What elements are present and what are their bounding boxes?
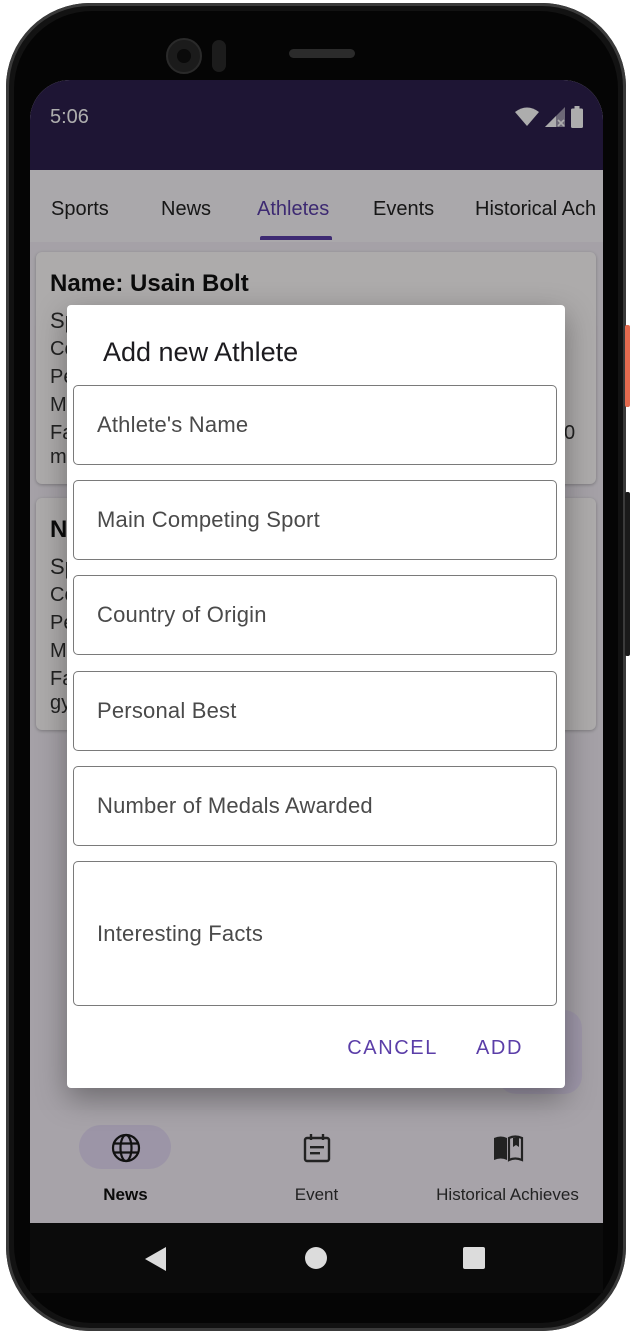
field-label: Athlete's Name	[97, 412, 249, 437]
add-athlete-dialog: Add new Athlete Athlete's Name Main Comp…	[67, 305, 565, 1088]
home-icon[interactable]	[305, 1247, 327, 1269]
earpiece-speaker	[289, 49, 355, 58]
power-button	[625, 325, 630, 407]
field-label: Country of Origin	[97, 602, 267, 627]
field-label: Interesting Facts	[97, 920, 264, 946]
recents-icon[interactable]	[463, 1247, 485, 1269]
field-label: Personal Best	[97, 698, 237, 723]
field-label: Number of Medals Awarded	[97, 793, 373, 818]
system-navigation-bar	[30, 1223, 603, 1293]
front-camera	[166, 38, 202, 74]
athlete-name-field[interactable]: Athlete's Name	[73, 385, 557, 465]
medals-awarded-field[interactable]: Number of Medals Awarded	[73, 766, 557, 846]
country-of-origin-field[interactable]: Country of Origin	[73, 575, 557, 655]
volume-button	[625, 492, 630, 656]
proximity-sensor	[212, 40, 226, 72]
back-icon[interactable]	[145, 1247, 167, 1271]
add-button[interactable]: ADD	[476, 1037, 523, 1060]
personal-best-field[interactable]: Personal Best	[73, 671, 557, 751]
cancel-button[interactable]: CANCEL	[347, 1037, 438, 1060]
interesting-facts-field[interactable]: Interesting Facts	[73, 861, 557, 1006]
field-label: Main Competing Sport	[97, 507, 320, 532]
dialog-title: Add new Athlete	[103, 337, 299, 367]
main-sport-field[interactable]: Main Competing Sport	[73, 480, 557, 560]
dialog-actions: CANCEL ADD	[347, 1037, 523, 1060]
